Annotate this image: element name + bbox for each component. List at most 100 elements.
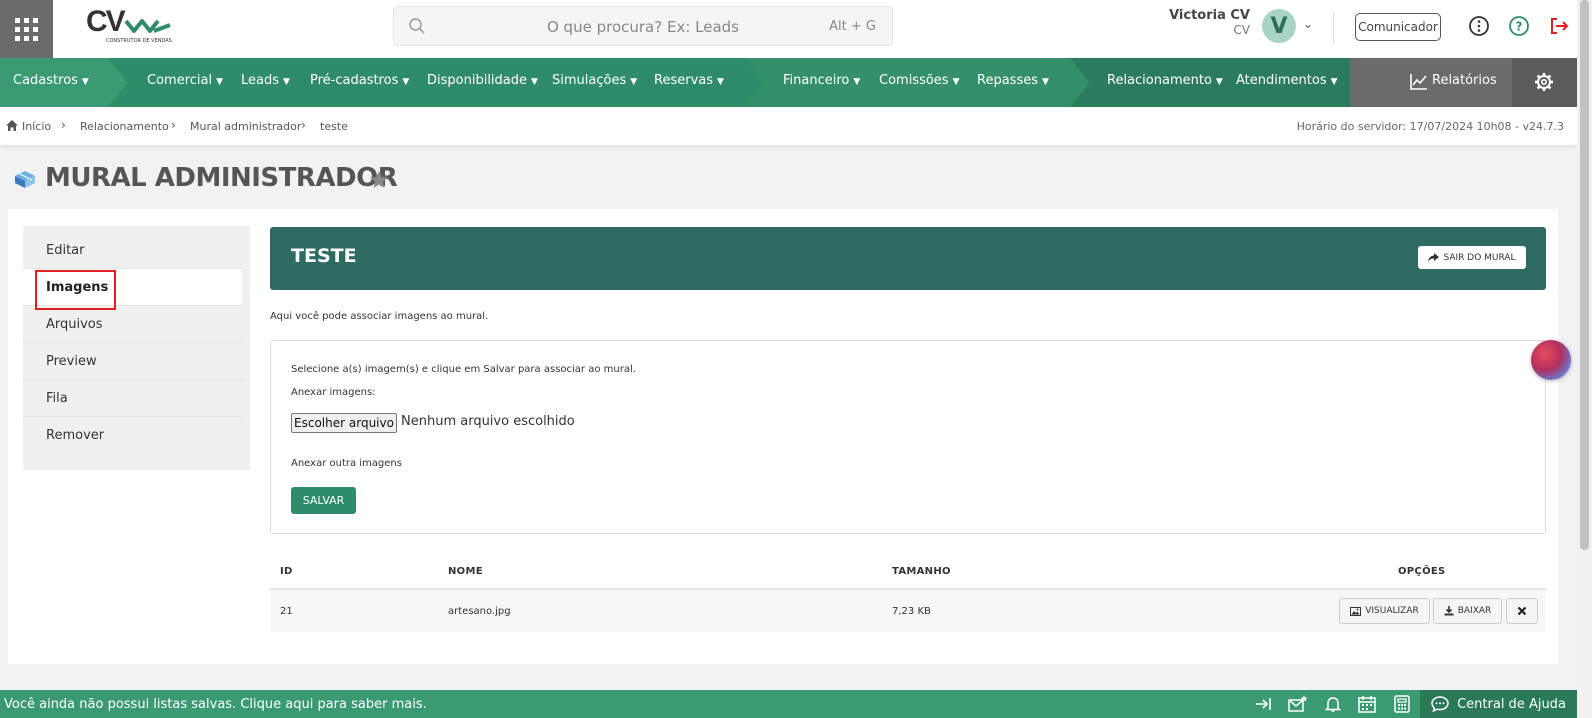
attach-another-link[interactable]: Anexar outra imagens bbox=[291, 458, 402, 469]
share-arrow-icon bbox=[1428, 253, 1440, 262]
side-menu: Editar Imagens Arquivos Preview Fila Rem… bbox=[23, 226, 250, 470]
footer-bar: Você ainda não possui listas salvas. Cli… bbox=[0, 690, 1577, 718]
search-bar[interactable]: O que procura? Ex: Leads Alt + G bbox=[393, 6, 893, 46]
mail-star-icon[interactable] bbox=[1288, 695, 1308, 713]
instructions-text: Selecione a(s) imagem(s) e clique em Sal… bbox=[291, 364, 636, 375]
exit-mural-label: SAIR DO MURAL bbox=[1443, 252, 1516, 263]
svg-text:?: ? bbox=[1516, 20, 1523, 34]
nav-comissoes[interactable]: Comissões ▼ bbox=[879, 73, 960, 88]
user-name: Victoria CV bbox=[1169, 8, 1250, 23]
view-button[interactable]: VISUALIZAR bbox=[1339, 598, 1430, 624]
help-center-label: Central de Ajuda bbox=[1457, 696, 1566, 712]
help-text: Aqui você pode associar imagens ao mural… bbox=[270, 311, 489, 322]
close-icon bbox=[1517, 606, 1527, 616]
nav-disponibilidade[interactable]: Disponibilidade ▼ bbox=[427, 73, 538, 88]
image-icon bbox=[1350, 606, 1362, 616]
apps-grid-icon bbox=[15, 17, 38, 41]
chevron-right-icon: › bbox=[301, 118, 306, 132]
avatar[interactable]: V bbox=[1262, 9, 1296, 43]
logo-text: CV bbox=[86, 5, 126, 38]
page-scrollbar[interactable] bbox=[1577, 0, 1592, 718]
search-shortcut: Alt + G bbox=[829, 19, 876, 34]
nav-pre-cadastros[interactable]: Pré-cadastros ▼ bbox=[310, 73, 409, 88]
delete-button[interactable] bbox=[1506, 598, 1538, 624]
chevron-down-icon: ▼ bbox=[1041, 77, 1049, 87]
assistant-bubble[interactable] bbox=[1531, 340, 1571, 380]
comunicador-button[interactable]: Comunicador bbox=[1355, 13, 1441, 41]
cell-nome: artesano.jpg bbox=[448, 606, 511, 617]
settings-button[interactable] bbox=[1512, 58, 1577, 107]
top-header: CV CONSTRUTOR DE VENDAS O que procura? E… bbox=[0, 0, 1577, 58]
side-item-arquivos[interactable]: Arquivos bbox=[23, 306, 242, 343]
choose-file-button[interactable]: Escolher arquivo bbox=[291, 413, 397, 433]
chevron-down-icon: ▼ bbox=[402, 77, 410, 87]
logo[interactable]: CV CONSTRUTOR DE VENDAS bbox=[86, 5, 181, 47]
side-item-remover[interactable]: Remover bbox=[23, 417, 242, 454]
nav-cadastros[interactable]: Cadastros ▼ bbox=[13, 73, 89, 88]
download-icon bbox=[1444, 606, 1454, 616]
breadcrumb-inicio[interactable]: Início bbox=[22, 120, 51, 133]
side-item-fila[interactable]: Fila bbox=[23, 380, 242, 417]
main-nav: Cadastros ▼ Comercial ▼ Leads ▼ Pré-cadastr… bbox=[0, 58, 1577, 107]
side-item-preview[interactable]: Preview bbox=[23, 343, 242, 380]
scrollbar-thumb[interactable] bbox=[1580, 0, 1589, 550]
cell-tamanho: 7,23 KB bbox=[892, 606, 931, 617]
col-header-tamanho: TAMANHO bbox=[892, 566, 951, 577]
nav-simulacoes[interactable]: Simulações ▼ bbox=[552, 73, 637, 88]
logo-wave-icon bbox=[124, 19, 171, 33]
star-icon[interactable] bbox=[369, 170, 389, 189]
chevron-down-icon: ▼ bbox=[216, 77, 224, 87]
home-icon[interactable] bbox=[5, 119, 19, 132]
breadcrumb: Início › Relacionamento › Mural administ… bbox=[0, 107, 1577, 145]
nav-relatorios[interactable]: Relatórios bbox=[1350, 58, 1512, 107]
breadcrumb-relacionamento[interactable]: Relacionamento bbox=[80, 120, 169, 133]
chevron-down-icon: ▼ bbox=[81, 77, 89, 87]
mural-banner: TESTE SAIR DO MURAL bbox=[270, 227, 1546, 290]
apps-menu-button[interactable] bbox=[0, 0, 53, 58]
cell-id: 21 bbox=[280, 606, 293, 617]
nav-financeiro[interactable]: Financeiro ▼ bbox=[783, 73, 860, 88]
upload-form: Selecione a(s) imagem(s) e clique em Sal… bbox=[270, 340, 1546, 534]
nav-reservas[interactable]: Reservas ▼ bbox=[654, 73, 724, 88]
nav-atendimentos[interactable]: Atendimentos ▼ bbox=[1236, 73, 1338, 88]
gear-icon bbox=[1535, 73, 1553, 91]
download-button[interactable]: BAIXAR bbox=[1433, 598, 1502, 624]
help-center-button[interactable]: Central de Ajuda bbox=[1420, 690, 1577, 718]
logo-subtitle: CONSTRUTOR DE VENDAS bbox=[106, 38, 172, 44]
footer-message[interactable]: Você ainda não possui listas salvas. Cli… bbox=[4, 697, 427, 712]
highlight-box bbox=[35, 270, 116, 310]
chat-bubble-icon bbox=[1431, 696, 1449, 712]
logout-icon[interactable] bbox=[1548, 15, 1570, 37]
chevron-down-icon: ▼ bbox=[630, 77, 638, 87]
page-title: MURAL ADMINISTRADOR bbox=[45, 163, 398, 193]
download-label: BAIXAR bbox=[1457, 606, 1492, 616]
user-info[interactable]: Victoria CV CV bbox=[1150, 8, 1250, 37]
nav-comercial[interactable]: Comercial ▼ bbox=[147, 73, 223, 88]
breadcrumb-mural[interactable]: Mural administrador bbox=[190, 120, 301, 133]
help-icon[interactable]: ? bbox=[1508, 15, 1530, 37]
user-subtitle: CV bbox=[1233, 23, 1250, 37]
save-button[interactable]: SALVAR bbox=[291, 487, 356, 514]
bell-icon[interactable] bbox=[1325, 695, 1341, 713]
chart-line-icon bbox=[1410, 74, 1427, 90]
chevron-right-icon: › bbox=[171, 118, 176, 132]
calculator-icon[interactable] bbox=[1394, 695, 1410, 713]
nav-leads[interactable]: Leads ▼ bbox=[241, 73, 290, 88]
more-options-icon[interactable] bbox=[1468, 15, 1490, 37]
chevron-down-icon: ▼ bbox=[531, 77, 538, 87]
calendar-icon[interactable] bbox=[1358, 695, 1376, 713]
chevron-down-icon: ▼ bbox=[1215, 77, 1223, 87]
server-time: Horário do servidor: 17/07/2024 10h08 - … bbox=[1296, 120, 1564, 133]
nav-relacionamento[interactable]: Relacionamento ▼ bbox=[1107, 73, 1223, 88]
exit-mural-button[interactable]: SAIR DO MURAL bbox=[1418, 246, 1526, 269]
chevron-down-icon: ▼ bbox=[717, 77, 724, 87]
divider bbox=[1333, 12, 1334, 44]
chevron-down-icon: ▼ bbox=[952, 77, 960, 87]
arrow-to-right-icon[interactable] bbox=[1255, 695, 1273, 713]
side-item-editar[interactable]: Editar bbox=[23, 232, 242, 269]
chevron-down-icon: ▼ bbox=[853, 77, 861, 87]
chevron-down-icon[interactable]: ⌄ bbox=[1303, 17, 1313, 31]
view-label: VISUALIZAR bbox=[1365, 606, 1419, 616]
col-header-opcoes: OPÇÕES bbox=[1398, 566, 1446, 577]
nav-repasses[interactable]: Repasses ▼ bbox=[977, 73, 1049, 88]
